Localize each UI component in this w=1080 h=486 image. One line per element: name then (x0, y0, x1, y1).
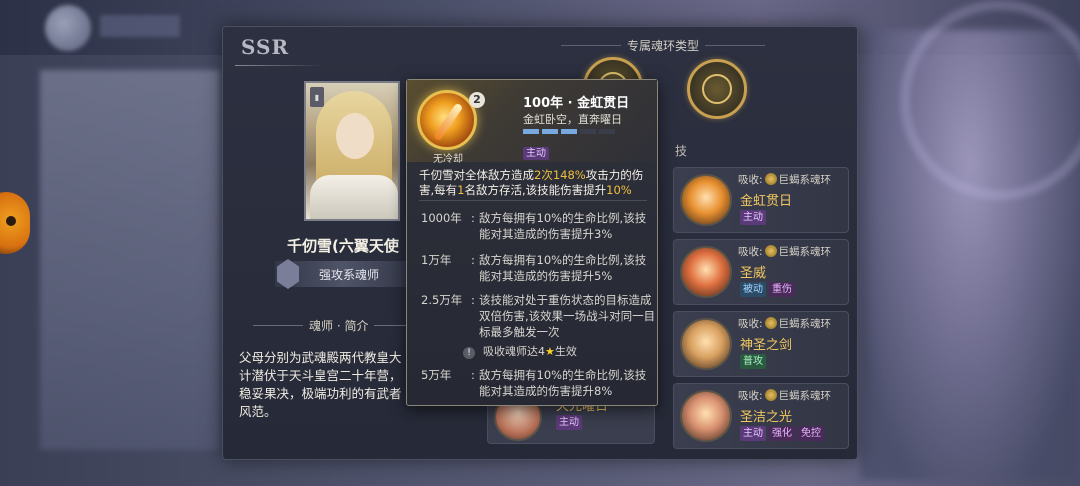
rarity-divider (235, 65, 325, 66)
skill-name: 金虹贯日 (740, 194, 793, 209)
absorb-label: 吸收: 巨蝎系魂环 (738, 317, 832, 330)
level-bar (561, 129, 577, 134)
background-title (100, 15, 180, 37)
spear-skill-icon (417, 90, 477, 150)
character-type: 强攻系魂师 (319, 268, 380, 282)
skill-tooltip: 2 无冷却 100年 · 金虹贯日 金虹卧空，直奔曜日 主动 千仞雪对全体敌方造… (406, 79, 658, 406)
skill-tag: 普攻 (740, 354, 766, 369)
level-bar (523, 129, 539, 134)
skill-card[interactable]: 吸收: 巨蝎系魂环 金虹贯日 主动 (673, 167, 849, 233)
absorb-label: 吸收: 巨蝎系魂环 (738, 245, 832, 258)
skill-icon (680, 174, 732, 226)
tooltip-title: 100年 · 金虹贯日 (523, 96, 630, 111)
skill-icon (680, 246, 732, 298)
skill-section-label: 技 (675, 144, 688, 158)
tooltip-divider (419, 200, 647, 201)
warning-icon: ! (463, 347, 475, 359)
skill-icon (680, 390, 732, 442)
background-left-panel (40, 70, 220, 450)
absorb-label: 吸收: 巨蝎系魂环 (738, 389, 832, 402)
skill-name: 圣洁之光 (740, 410, 793, 425)
skill-icon (680, 318, 732, 370)
skill-tag: 主动 (740, 426, 766, 441)
tooltip-subtitle: 金虹卧空，直奔曜日 (523, 113, 622, 126)
tooltip-main-desc: 千仞雪对全体敌方造成2次148%攻击力的伤害,每有1名敌方存活,该技能伤害提升1… (419, 168, 644, 197)
skill-tag: 主动 (556, 415, 582, 430)
skill-level-bars (523, 129, 615, 134)
skill-card[interactable]: 吸收: 巨蝎系魂环 神圣之剑 普攻 (673, 311, 849, 377)
cooldown-label: 无冷却 (433, 154, 463, 165)
character-portrait[interactable]: ▮ (304, 81, 400, 221)
skill-tag: 被动 (740, 282, 766, 297)
level-bar (542, 129, 558, 134)
intro-title: 魂师 · 简介 (252, 319, 426, 333)
skill-card[interactable]: 吸收: 巨蝎系魂环 圣洁之光 主动 强化 免控 (673, 383, 849, 449)
ring-icon (764, 389, 777, 401)
rarity-label: SSR (241, 35, 290, 59)
level-bar (599, 129, 615, 134)
skill-tag: 免控 (798, 426, 824, 441)
ring-icon (764, 317, 777, 329)
tooltip-skill-tag: 主动 (523, 147, 549, 160)
ring-icon (764, 173, 777, 185)
skill-name: 圣威 (740, 266, 767, 281)
ring-icon (764, 245, 777, 257)
tier-note: ! 吸收魂师达4★生效 (463, 343, 577, 359)
background-avatar (45, 5, 91, 51)
portrait-corner-icon: ▮ (310, 87, 324, 107)
ring-section-title: 专属魂环类型 (560, 39, 766, 53)
skill-tag: 重伤 (769, 282, 795, 297)
skill-tag: 主动 (740, 210, 766, 225)
intro-text: 父母分别为武魂殿两代教皇大计潜伏于天斗皇宫二十年营，稳妥果决，极端功利的有武者风… (239, 350, 402, 419)
skill-card[interactable]: 吸收: 巨蝎系魂环 圣威 被动 重伤 (673, 239, 849, 305)
skill-level-badge: 2 (469, 92, 485, 108)
pet-helper-icon[interactable] (0, 192, 30, 254)
ring-type-icon-2[interactable] (687, 59, 747, 119)
skill-name: 神圣之剑 (740, 338, 793, 353)
level-bar (580, 129, 596, 134)
skill-tag: 强化 (769, 426, 795, 441)
absorb-label: 吸收: 巨蝎系魂环 (738, 173, 832, 186)
star-icon: ★ (545, 345, 555, 358)
